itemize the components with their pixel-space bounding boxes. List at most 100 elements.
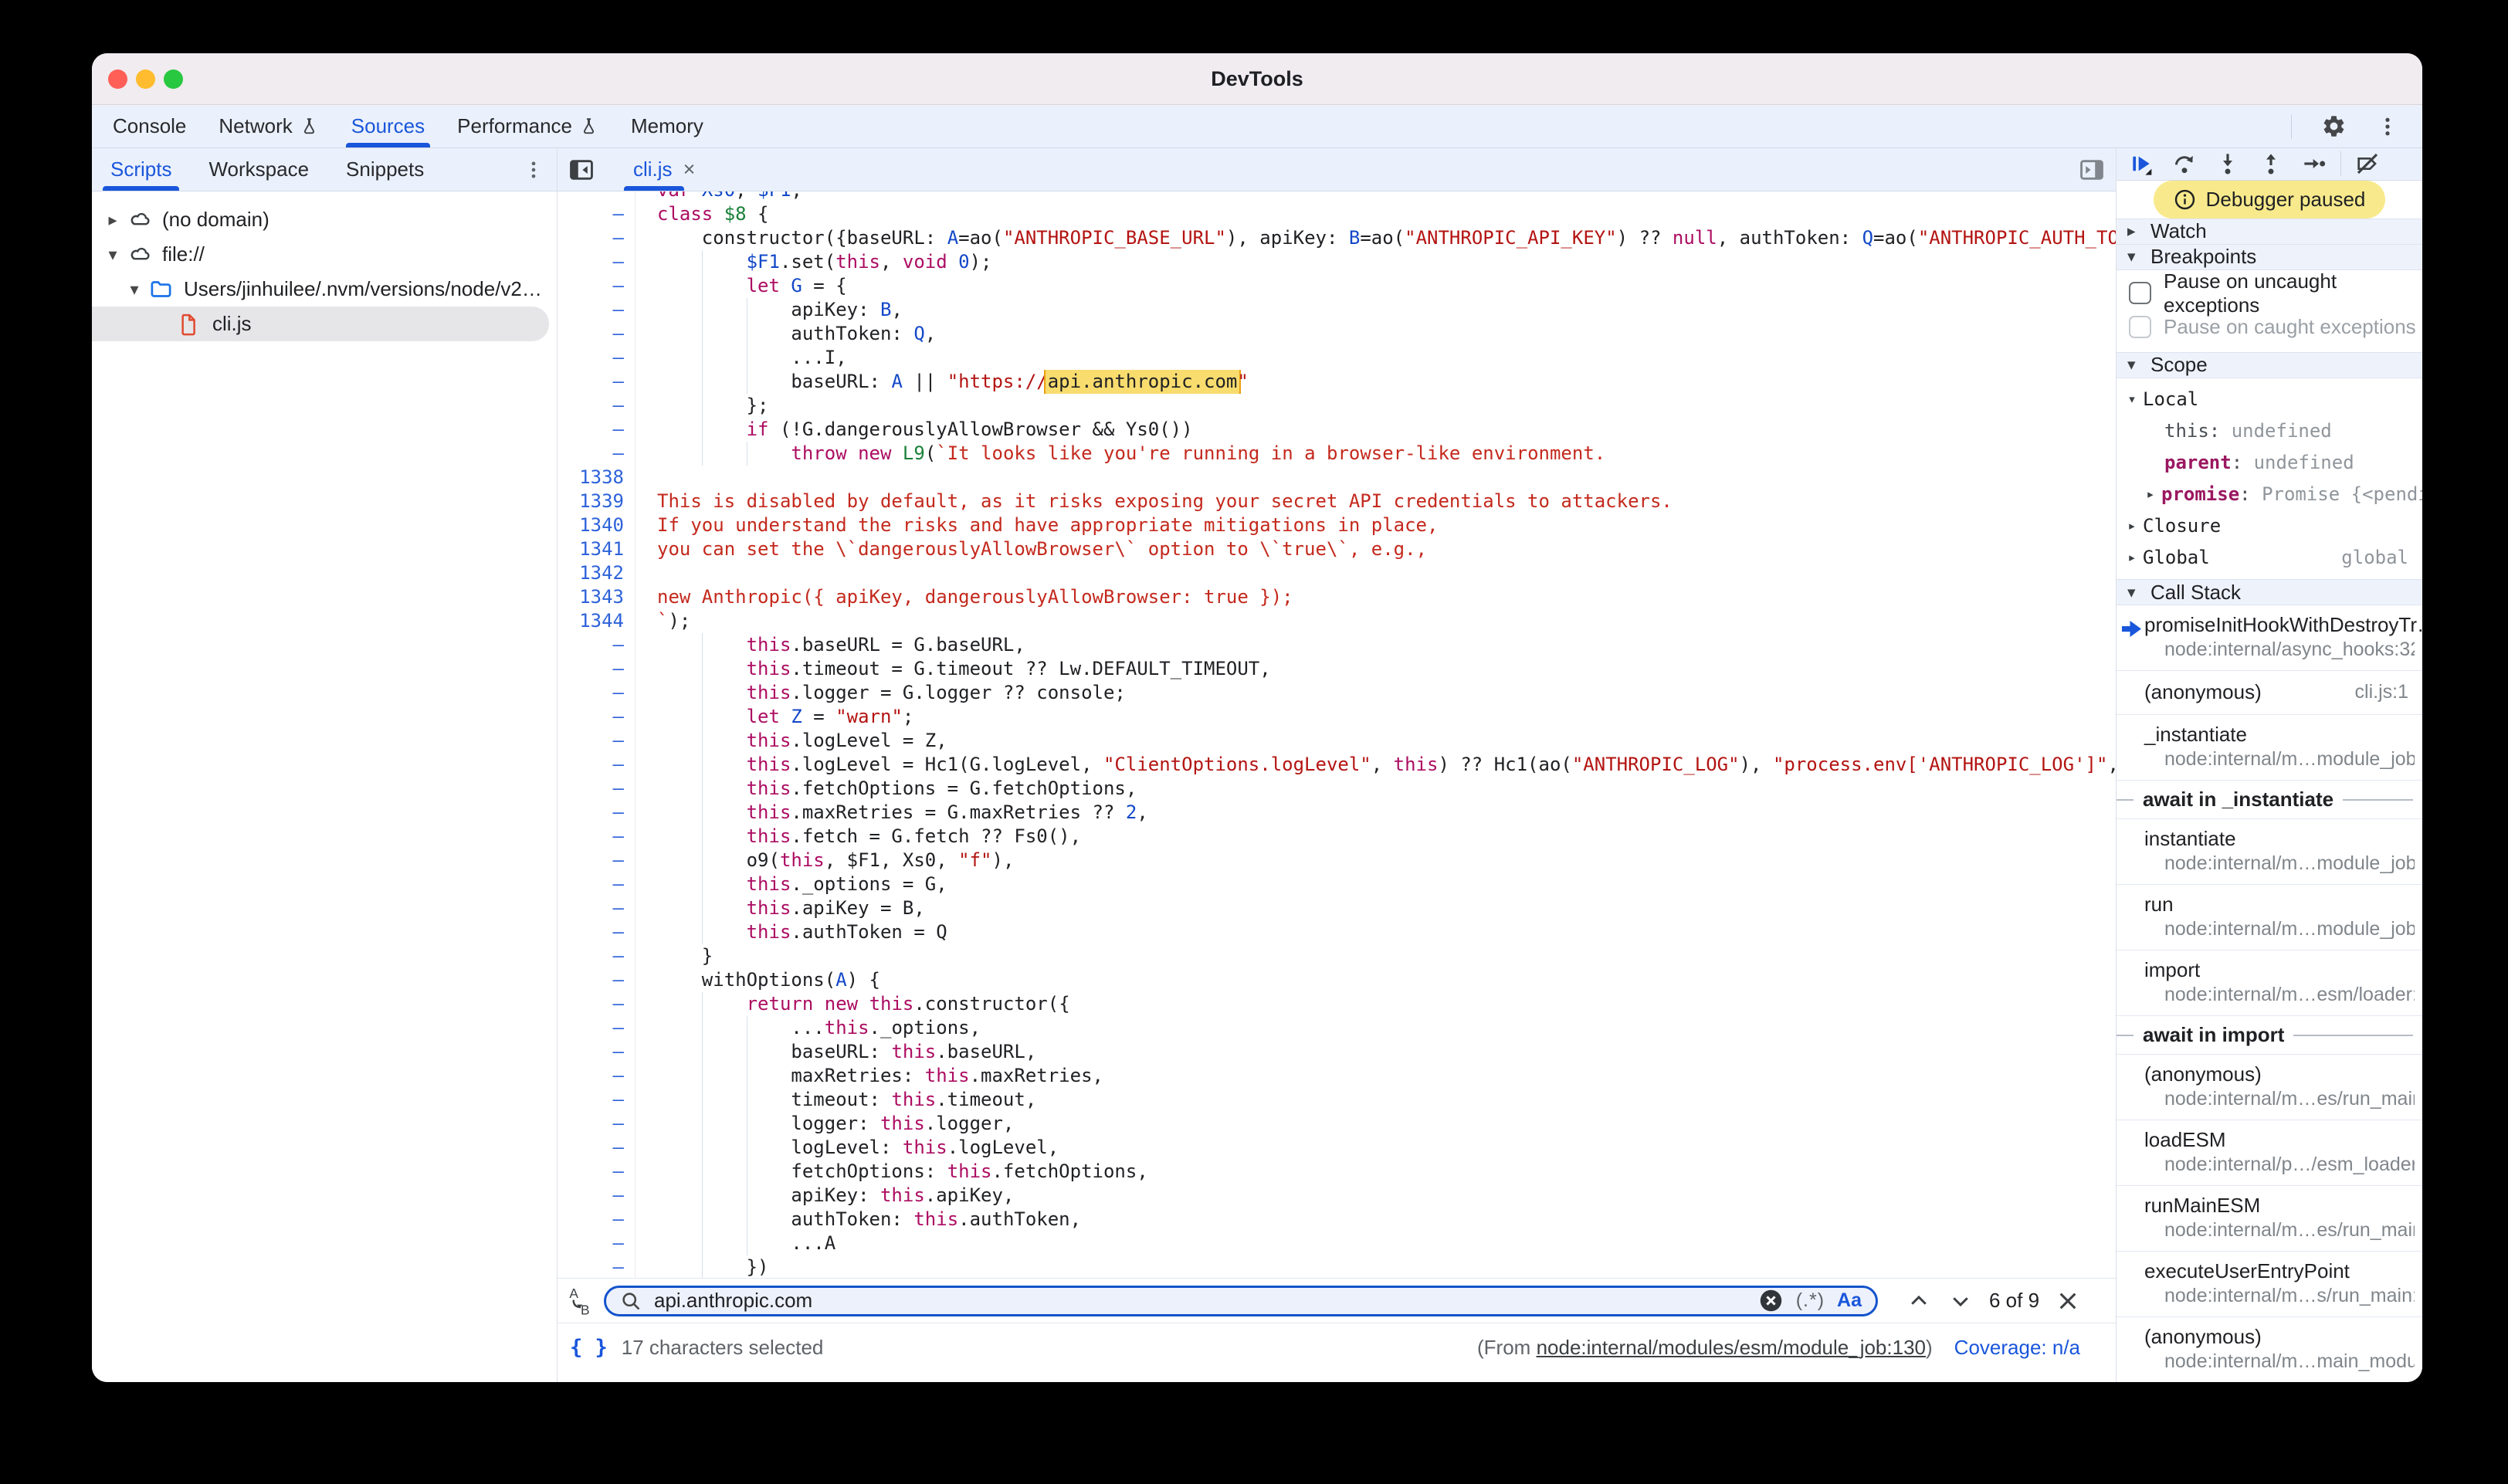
search-input[interactable] (652, 1288, 1758, 1313)
gutter-cell[interactable]: – (558, 849, 635, 872)
gutter-cell[interactable]: – (558, 1040, 635, 1064)
source-code-area[interactable]: var Xs0, $F1;–class $8 {– constructor({b… (558, 191, 2116, 1278)
gutter-cell[interactable]: – (558, 968, 635, 992)
code-line[interactable]: – }) (558, 1255, 2116, 1278)
code-line[interactable]: –class $8 { (558, 202, 2116, 226)
code-line[interactable]: – this.logLevel = Z, (558, 729, 2116, 753)
code-line[interactable]: – }; (558, 394, 2116, 418)
code-line[interactable]: – this.fetchOptions = G.fetchOptions, (558, 777, 2116, 801)
hide-navigator-icon[interactable] (558, 148, 599, 191)
scope-row-Local[interactable]: ▾Local (2117, 383, 2422, 415)
pause-on-caught-row[interactable]: Pause on caught exceptions (2117, 310, 2422, 344)
gutter-cell[interactable]: 1340 (558, 513, 635, 537)
gutter-cell[interactable]: – (558, 1016, 635, 1040)
step-out-icon[interactable] (2249, 151, 2293, 176)
code-line[interactable]: – constructor({baseURL: A=ao("ANTHROPIC_… (558, 226, 2116, 250)
code-line[interactable]: – logger: this.logger, (558, 1112, 2116, 1136)
code-line[interactable]: – o9(this, $F1, Xs0, "f"), (558, 849, 2116, 872)
pause-on-uncaught-row[interactable]: Pause on uncaught exceptions (2117, 276, 2422, 310)
code-line[interactable]: 1340If you understand the risks and have… (558, 513, 2116, 537)
regex-toggle[interactable]: (.*) (1796, 1289, 1825, 1312)
gutter-cell[interactable]: – (558, 729, 635, 753)
coverage-link[interactable]: Coverage: n/a (1954, 1336, 2080, 1360)
gutter-cell[interactable]: – (558, 753, 635, 777)
gutter-cell[interactable]: – (558, 896, 635, 920)
gutter-cell[interactable]: – (558, 657, 635, 681)
gutter-cell[interactable]: – (558, 370, 635, 394)
gutter-cell[interactable]: – (558, 1208, 635, 1232)
gutter-cell[interactable]: – (558, 1136, 635, 1160)
code-line[interactable]: – authToken: this.authToken, (558, 1208, 2116, 1232)
gutter-cell[interactable]: – (558, 226, 635, 250)
gutter-cell[interactable] (558, 191, 635, 202)
step-over-icon[interactable] (2163, 151, 2206, 176)
section-call-stack[interactable]: ▾ Call Stack (2117, 579, 2422, 605)
gutter-cell[interactable]: – (558, 633, 635, 657)
replace-toggle-icon[interactable]: AB (567, 1286, 595, 1316)
code-line[interactable]: – baseURL: A || "https://api.anthropic.c… (558, 370, 2116, 394)
gutter-cell[interactable]: – (558, 1184, 635, 1208)
gutter-cell[interactable]: – (558, 250, 635, 274)
navigator-more-icon[interactable] (523, 148, 557, 191)
tab-snippets[interactable]: Snippets (327, 148, 442, 191)
code-line[interactable]: – logLevel: this.logLevel, (558, 1136, 2116, 1160)
code-line[interactable]: – } (558, 944, 2116, 968)
gutter-cell[interactable]: – (558, 944, 635, 968)
code-line[interactable]: – apiKey: B, (558, 298, 2116, 322)
tab-performance[interactable]: Performance (441, 105, 615, 147)
tree-item-no-domain[interactable]: ▸ (no domain) (92, 202, 557, 237)
zoom-window-button[interactable] (164, 69, 183, 89)
clear-search-icon[interactable] (1758, 1288, 1784, 1313)
close-tab-icon[interactable]: × (683, 158, 696, 181)
tree-item-file-protocol[interactable]: ▾ file:// (92, 237, 557, 272)
section-watch[interactable]: ▸ Watch (2117, 219, 2422, 245)
previous-match-icon[interactable] (1898, 1289, 1940, 1313)
code-line[interactable]: – ...I, (558, 346, 2116, 370)
gutter-cell[interactable]: – (558, 1112, 635, 1136)
call-stack-frame[interactable]: instantiatenode:internal/m…module_job:10… (2117, 819, 2422, 885)
gutter-cell[interactable]: – (558, 346, 635, 370)
chevron-down-icon[interactable]: ▾ (103, 245, 123, 265)
code-line[interactable]: – fetchOptions: this.fetchOptions, (558, 1160, 2116, 1184)
gutter-cell[interactable]: – (558, 1088, 635, 1112)
more-options-icon[interactable] (2376, 115, 2399, 138)
gutter-cell[interactable]: – (558, 920, 635, 944)
code-line[interactable]: – this.logLevel = Hc1(G.logLevel, "Clien… (558, 753, 2116, 777)
gutter-cell[interactable]: – (558, 681, 635, 705)
call-stack-frame[interactable]: importnode:internal/m…esm/loader:329 (2117, 950, 2422, 1016)
title-bar[interactable]: DevTools (92, 53, 2422, 105)
code-line[interactable]: var Xs0, $F1; (558, 191, 2116, 202)
code-line[interactable]: – return new this.constructor({ (558, 992, 2116, 1016)
tree-item-cli-js[interactable]: cli.js (92, 307, 549, 341)
gutter-cell[interactable]: – (558, 442, 635, 466)
pause-on-uncaught-checkbox[interactable] (2129, 282, 2151, 304)
pause-on-caught-checkbox[interactable] (2129, 316, 2151, 338)
code-line[interactable]: – this.logger = G.logger ?? console; (558, 681, 2116, 705)
gutter-cell[interactable]: – (558, 705, 635, 729)
code-line[interactable]: – maxRetries: this.maxRetries, (558, 1064, 2116, 1088)
gutter-cell[interactable]: 1339 (558, 490, 635, 513)
code-line[interactable]: – this.apiKey = B, (558, 896, 2116, 920)
call-stack-frame[interactable]: runnode:internal/m…module_job:214 (2117, 885, 2422, 950)
code-line[interactable]: – if (!G.dangerouslyAllowBrowser && Ys0(… (558, 418, 2116, 442)
code-line[interactable]: – apiKey: this.apiKey, (558, 1184, 2116, 1208)
scope-row-parent[interactable]: parent: undefined (2117, 446, 2422, 478)
code-line[interactable]: – ...A (558, 1232, 2116, 1255)
gutter-cell[interactable]: – (558, 1232, 635, 1255)
code-line[interactable]: 1339This is disabled by default, as it r… (558, 490, 2116, 513)
gutter-cell[interactable]: – (558, 418, 635, 442)
call-stack-frame[interactable]: (anonymous)cli.js:1 (2117, 671, 2422, 715)
source-origin-link[interactable]: node:internal/modules/esm/module_job:130 (1537, 1336, 1926, 1359)
tab-network[interactable]: Network (202, 105, 334, 147)
code-line[interactable]: – $F1.set(this, void 0); (558, 250, 2116, 274)
code-line[interactable]: – withOptions(A) { (558, 968, 2116, 992)
scope-row-promise[interactable]: ▸promise: Promise {<pending>} (2117, 478, 2422, 510)
pretty-print-icon[interactable]: { } (570, 1336, 608, 1360)
match-case-toggle[interactable]: Aa (1837, 1289, 1862, 1312)
chevron-right-icon[interactable]: ▸ (103, 210, 123, 230)
call-stack-frame[interactable]: (anonymous)node:internal/m…es/run_main:9… (2117, 1055, 2422, 1120)
code-line[interactable]: 1342 (558, 561, 2116, 585)
code-line[interactable]: 1341you can set the \`dangerouslyAllowBr… (558, 537, 2116, 561)
code-line[interactable]: – this.timeout = G.timeout ?? Lw.DEFAULT… (558, 657, 2116, 681)
resume-script-icon[interactable] (2120, 151, 2163, 176)
